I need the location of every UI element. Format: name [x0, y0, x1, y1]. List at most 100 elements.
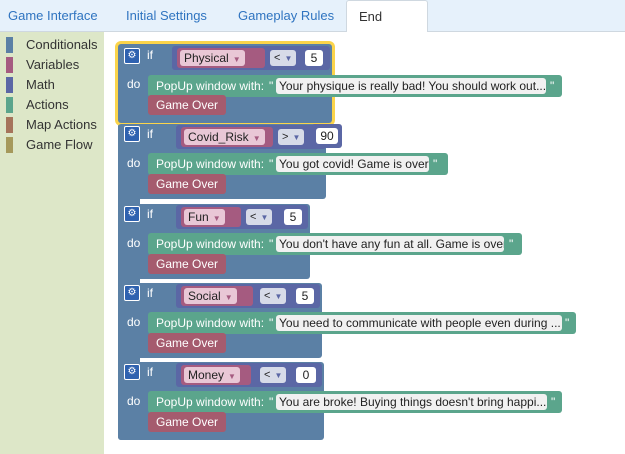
popup-message-input[interactable]: You are broke! Buying things doesn't bri…: [276, 394, 547, 410]
dropdown-arrow-icon: ▼: [260, 213, 269, 222]
popup-message-input[interactable]: You got covid! Game is over: [276, 156, 429, 172]
variable-dropdown[interactable]: Covid_Risk ▼: [184, 129, 265, 145]
if-keyword: if: [147, 207, 153, 221]
number-input[interactable]: 5: [296, 288, 314, 304]
operator-dropdown[interactable]: < ▼: [260, 288, 287, 304]
variable-dropdown[interactable]: Fun ▼: [184, 209, 225, 225]
category-label: Conditionals: [26, 37, 98, 52]
gear-icon[interactable]: ⚙: [124, 206, 140, 222]
number-input[interactable]: 90: [316, 128, 338, 144]
variable-block[interactable]: Money ▼: [181, 365, 251, 385]
compare-block[interactable]: Fun ▼ < ▼ 5: [176, 205, 308, 229]
variable-block[interactable]: Fun ▼: [181, 207, 241, 227]
operator-value: <: [264, 290, 271, 302]
variable-dropdown[interactable]: Physical ▼: [180, 50, 245, 66]
variable-block[interactable]: Covid_Risk ▼: [181, 127, 273, 147]
compare-block[interactable]: Money ▼ < ▼ 0: [176, 363, 322, 387]
game-over-block[interactable]: Game Over: [148, 333, 226, 353]
gear-icon[interactable]: ⚙: [124, 285, 140, 301]
do-keyword: do: [127, 77, 141, 91]
variable-block[interactable]: Physical ▼: [177, 48, 265, 68]
variable-name: Fun: [188, 210, 209, 224]
popup-label: PopUp window with:: [156, 157, 265, 171]
quote-open: ": [269, 395, 274, 409]
number-input[interactable]: 5: [284, 209, 302, 225]
operator-value: <: [264, 369, 271, 381]
category-label: Map Actions: [26, 117, 97, 132]
popup-label: PopUp window with:: [156, 395, 265, 409]
number-block[interactable]: 90: [312, 124, 342, 148]
quote-open: ": [269, 316, 274, 330]
gear-icon[interactable]: ⚙: [124, 48, 140, 64]
number-input[interactable]: 0: [296, 367, 316, 383]
number-block[interactable]: 5: [300, 46, 328, 70]
dropdown-arrow-icon: ▼: [224, 293, 233, 302]
variable-dropdown[interactable]: Money ▼: [184, 367, 240, 383]
variable-name: Covid_Risk: [188, 130, 249, 144]
compare-block[interactable]: Covid_Risk ▼ > ▼: [176, 125, 326, 149]
operator-value: <: [250, 211, 257, 223]
quote-close: ": [509, 237, 514, 251]
dropdown-arrow-icon: ▼: [228, 372, 236, 381]
quote-close: ": [551, 395, 556, 409]
popup-block[interactable]: PopUp window with: " You don't have any …: [148, 233, 522, 255]
popup-message-input[interactable]: Your physique is really bad! You should …: [276, 78, 546, 94]
quote-open: ": [269, 237, 274, 251]
tab-bar: Game Interface Initial Settings Gameplay…: [0, 0, 625, 56]
operator-dropdown[interactable]: < ▼: [246, 209, 273, 225]
do-keyword: do: [127, 394, 141, 408]
game-over-block[interactable]: Game Over: [148, 412, 226, 432]
popup-message-input[interactable]: You need to communicate with people even…: [276, 315, 562, 331]
popup-block[interactable]: PopUp window with: " You are broke! Buyi…: [148, 391, 562, 413]
category-color-swatch: [6, 37, 13, 53]
number-block[interactable]: 5: [280, 205, 306, 229]
blocks-workspace[interactable]: ⚙ if do Physical ▼ < ▼ 5 PopUp window with…: [104, 32, 625, 454]
category-label: Actions: [26, 97, 69, 112]
popup-block[interactable]: PopUp window with: " You got covid! Game…: [148, 153, 448, 175]
popup-block[interactable]: PopUp window with: " Your physique is re…: [148, 75, 562, 97]
popup-label: PopUp window with:: [156, 316, 265, 330]
dropdown-arrow-icon: ▼: [232, 55, 241, 64]
gear-icon[interactable]: ⚙: [124, 364, 140, 380]
operator-value: <: [274, 52, 281, 64]
number-block[interactable]: 5: [292, 284, 318, 308]
game-over-block[interactable]: Game Over: [148, 254, 226, 274]
popup-message-input[interactable]: You don't have any fun at all. Game is o…: [276, 236, 504, 252]
number-block[interactable]: 0: [292, 363, 320, 387]
dropdown-arrow-icon: ▼: [274, 292, 283, 301]
game-over-block[interactable]: Game Over: [148, 95, 226, 115]
category-color-swatch: [6, 97, 13, 113]
game-over-block[interactable]: Game Over: [148, 174, 226, 194]
do-keyword: do: [127, 156, 141, 170]
tab-gameplay-rules[interactable]: Gameplay Rules: [238, 0, 334, 32]
if-keyword: if: [147, 365, 153, 379]
gear-icon[interactable]: ⚙: [124, 126, 140, 142]
popup-block[interactable]: PopUp window with: " You need to communi…: [148, 312, 576, 334]
do-keyword: do: [127, 315, 141, 329]
variable-block[interactable]: Social ▼: [181, 286, 253, 306]
popup-label: PopUp window with:: [156, 237, 265, 251]
dropdown-arrow-icon: ▼: [274, 371, 283, 380]
dropdown-arrow-icon: ▼: [292, 133, 301, 142]
category-color-swatch: [6, 117, 13, 133]
if-keyword: if: [147, 127, 153, 141]
do-keyword: do: [127, 236, 141, 250]
quote-close: ": [550, 79, 555, 93]
number-input[interactable]: 5: [305, 50, 323, 66]
quote-close: ": [433, 157, 438, 171]
category-label: Game Flow: [26, 137, 93, 152]
category-color-swatch: [6, 77, 13, 93]
category-color-swatch: [6, 137, 13, 153]
tab-end-rules[interactable]: End Rules: [346, 0, 428, 56]
compare-block[interactable]: Physical ▼ < ▼ 5: [172, 46, 330, 70]
operator-dropdown[interactable]: > ▼: [278, 129, 305, 145]
variable-name: Social: [188, 289, 221, 303]
tab-initial-settings[interactable]: Initial Settings: [126, 0, 207, 32]
operator-dropdown[interactable]: < ▼: [270, 50, 297, 66]
compare-block[interactable]: Social ▼ < ▼ 5: [176, 284, 320, 308]
dropdown-arrow-icon: ▼: [284, 54, 293, 63]
variable-dropdown[interactable]: Social ▼: [184, 288, 237, 304]
tab-game-interface[interactable]: Game Interface: [8, 0, 98, 32]
operator-dropdown[interactable]: < ▼: [260, 367, 287, 383]
category-color-swatch: [6, 57, 13, 73]
